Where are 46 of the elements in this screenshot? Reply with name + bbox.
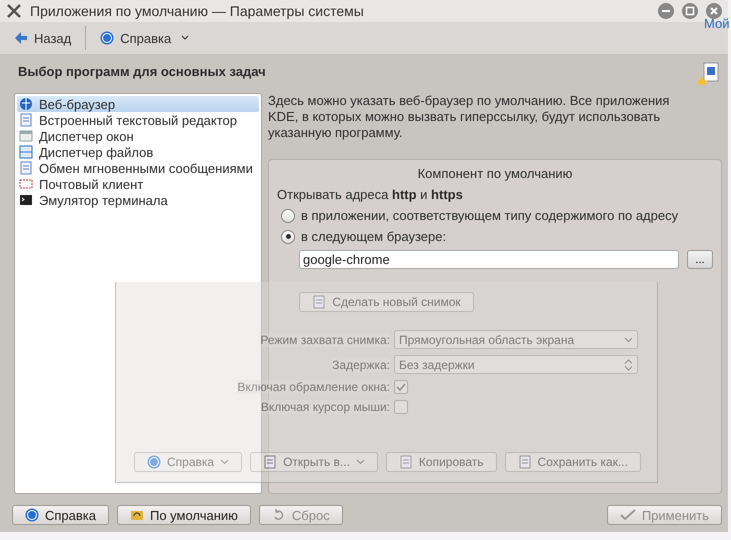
document-icon xyxy=(19,161,33,175)
description-text: Здесь можно указать веб-браузер по умолчанию. Все приложения KDE, в которых можно вызвать гиперссылку, будут использовать указанную программу. xyxy=(268,93,670,141)
checkmark-icon xyxy=(620,509,636,521)
help-button[interactable]: Справка xyxy=(94,28,178,48)
field-label: Включая обрамление окна: xyxy=(237,380,390,394)
list-item[interactable]: Диспетчер окон xyxy=(17,128,259,144)
back-button[interactable]: Назад xyxy=(8,28,78,48)
section-heading: Выбор программ для основных задач xyxy=(18,64,266,79)
list-item[interactable]: Обмен мгновенными сообщениями xyxy=(17,160,259,176)
spin-arrows-icon xyxy=(624,358,633,370)
window-icon xyxy=(19,129,33,143)
folder-icon xyxy=(130,508,144,522)
globe-icon xyxy=(19,97,33,111)
terminal-icon xyxy=(19,193,33,207)
back-arrow-icon xyxy=(14,31,28,45)
browse-button[interactable]: ... xyxy=(687,250,713,269)
list-item[interactable]: Эмулятор терминала xyxy=(17,192,259,208)
list-item[interactable]: Диспетчер файлов xyxy=(17,144,259,160)
minimize-icon[interactable] xyxy=(658,3,674,19)
close-icon[interactable] xyxy=(706,3,722,19)
group-title: Компонент по умолчанию xyxy=(416,166,574,181)
radio-option[interactable]: в следующем браузере: xyxy=(277,229,713,244)
defaults-button[interactable]: По умолчанию xyxy=(117,505,251,525)
list-item[interactable]: Веб-браузер xyxy=(17,96,259,112)
field-label: Включая курсор мыши: xyxy=(260,400,390,414)
desktop-text: Мой xyxy=(704,16,730,31)
envelope-icon xyxy=(19,177,33,191)
browser-field[interactable]: google-chrome xyxy=(299,250,679,269)
list-item[interactable]: Встроенный текстовый редактор xyxy=(17,112,259,128)
window-title: Приложения по умолчанию — Параметры системы xyxy=(30,3,365,19)
prompt-text: Открывать адреса http и https xyxy=(277,187,464,202)
help-button[interactable]: Справка xyxy=(12,505,109,525)
radio-icon[interactable] xyxy=(281,230,295,244)
caret-icon[interactable] xyxy=(181,35,190,41)
checkbox[interactable] xyxy=(394,380,408,394)
undo-icon xyxy=(272,508,286,522)
maximize-icon[interactable] xyxy=(682,3,698,19)
radio-option[interactable]: в приложении, соответствующем типу содержимого по адресу xyxy=(277,208,713,223)
document-icon xyxy=(19,113,33,127)
checkbox[interactable] xyxy=(394,400,408,414)
list-item[interactable]: Почтовый клиент xyxy=(17,176,259,192)
cabinet-icon xyxy=(19,145,33,159)
field-label: Задержка: xyxy=(332,358,390,372)
chevron-down-icon xyxy=(624,336,633,342)
radio-icon[interactable] xyxy=(281,208,295,222)
field-label: Режим захвата снимка: xyxy=(260,332,390,346)
